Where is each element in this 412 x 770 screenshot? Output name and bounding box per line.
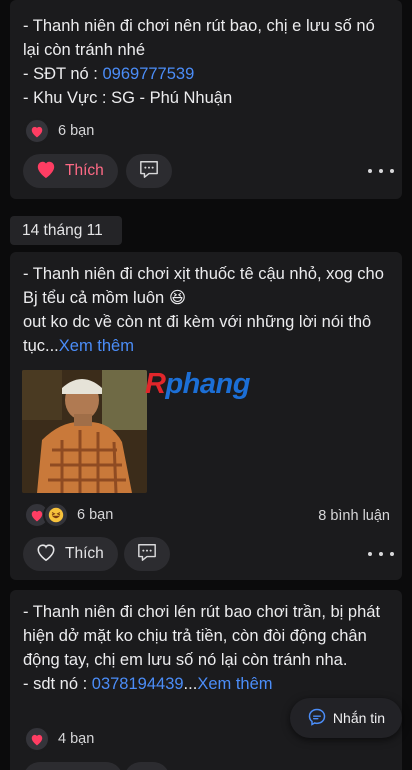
post-card-2: - Thanh niên đi chơi xịt thuốc tê cậu nh… <box>10 252 402 580</box>
post-card-1: - Thanh niên đi chơi nên rút bao, chị e … <box>10 0 402 199</box>
reaction-count: 6 bạn <box>58 123 95 139</box>
more-icon-dot <box>368 552 372 556</box>
date-separator: 14 tháng 11 <box>10 216 122 245</box>
more-icon-dot <box>379 552 383 556</box>
comment-icon <box>136 542 158 567</box>
see-more-link[interactable]: Xem thêm <box>59 337 134 355</box>
post-line: - Khu Vực : SG - Phú Nhuận <box>23 89 233 107</box>
post-line: - SĐT nó : 0969777539 <box>23 62 392 86</box>
more-options-button[interactable] <box>368 544 394 564</box>
like-button[interactable]: Thích <box>23 537 118 571</box>
like-label: Thích <box>65 162 104 179</box>
post-line-text: - Thanh niên đi chơi xịt thuốc tê cậu nh… <box>23 265 384 307</box>
phone-link[interactable]: 0378194439 <box>92 675 184 693</box>
more-icon-dot <box>379 169 383 173</box>
watermark-logo: Rphang <box>145 368 250 400</box>
post-line: - Thanh niên đi chơi xịt thuốc tê cậu nh… <box>23 262 392 310</box>
reaction-count: 6 bạn <box>77 507 114 523</box>
heart-outline-icon <box>35 542 57 567</box>
reaction-summary[interactable]: 6 bạn <box>24 502 113 528</box>
more-icon-dot <box>368 169 372 173</box>
post-line: - Thanh niên đi chơi nên rút bao, chị e … <box>23 17 375 59</box>
like-button[interactable]: Thích <box>23 154 118 188</box>
more-icon-dot <box>390 552 394 556</box>
post-card-3: - Thanh niên đi chơi lén rút bao chơi tr… <box>10 590 402 770</box>
more-options-button[interactable] <box>368 161 394 181</box>
post-body: - Thanh niên đi chơi lén rút bao chơi tr… <box>23 600 392 696</box>
heart-icon <box>24 726 50 752</box>
comment-button[interactable] <box>124 762 170 770</box>
see-more-link[interactable]: Xem thêm <box>197 675 272 693</box>
comment-icon <box>138 159 160 184</box>
reaction-summary[interactable]: 6 bạn <box>24 118 94 144</box>
comment-button[interactable] <box>126 154 172 188</box>
like-label: Thích <box>65 545 104 562</box>
phone-link[interactable]: 0969777539 <box>102 65 194 83</box>
post-line: - sdt nó : 0378194439...Xem thêm <box>23 672 392 696</box>
heart-icon <box>35 159 57 184</box>
comment-button[interactable] <box>124 537 170 571</box>
post-body: - Thanh niên đi chơi nên rút bao, chị e … <box>23 14 392 110</box>
reaction-count: 4 bạn <box>58 731 95 747</box>
comment-count[interactable]: 8 bình luận <box>318 508 390 524</box>
ellipsis: ... <box>183 675 198 693</box>
laugh-emoji-icon <box>43 502 69 528</box>
reaction-summary[interactable]: 4 bạn <box>24 726 94 752</box>
post-body: - Thanh niên đi chơi xịt thuốc tê cậu nh… <box>23 262 392 358</box>
heart-icon <box>24 118 50 144</box>
post-line: - Thanh niên đi chơi lén rút bao chơi tr… <box>23 603 381 669</box>
messenger-icon <box>307 707 327 730</box>
like-button[interactable] <box>23 762 123 770</box>
post-line-label: - SĐT nó : <box>23 65 103 83</box>
post-line-label: - sdt nó : <box>23 675 92 693</box>
laugh-emoji-icon: 😆 <box>168 289 187 307</box>
message-button-label: Nhắn tin <box>332 710 386 726</box>
more-icon-dot <box>390 169 394 173</box>
message-button[interactable]: Nhắn tin <box>290 698 402 738</box>
post-line: out ko dc về còn nt đi kèm với những lời… <box>23 310 392 358</box>
post-photo[interactable] <box>22 370 147 493</box>
